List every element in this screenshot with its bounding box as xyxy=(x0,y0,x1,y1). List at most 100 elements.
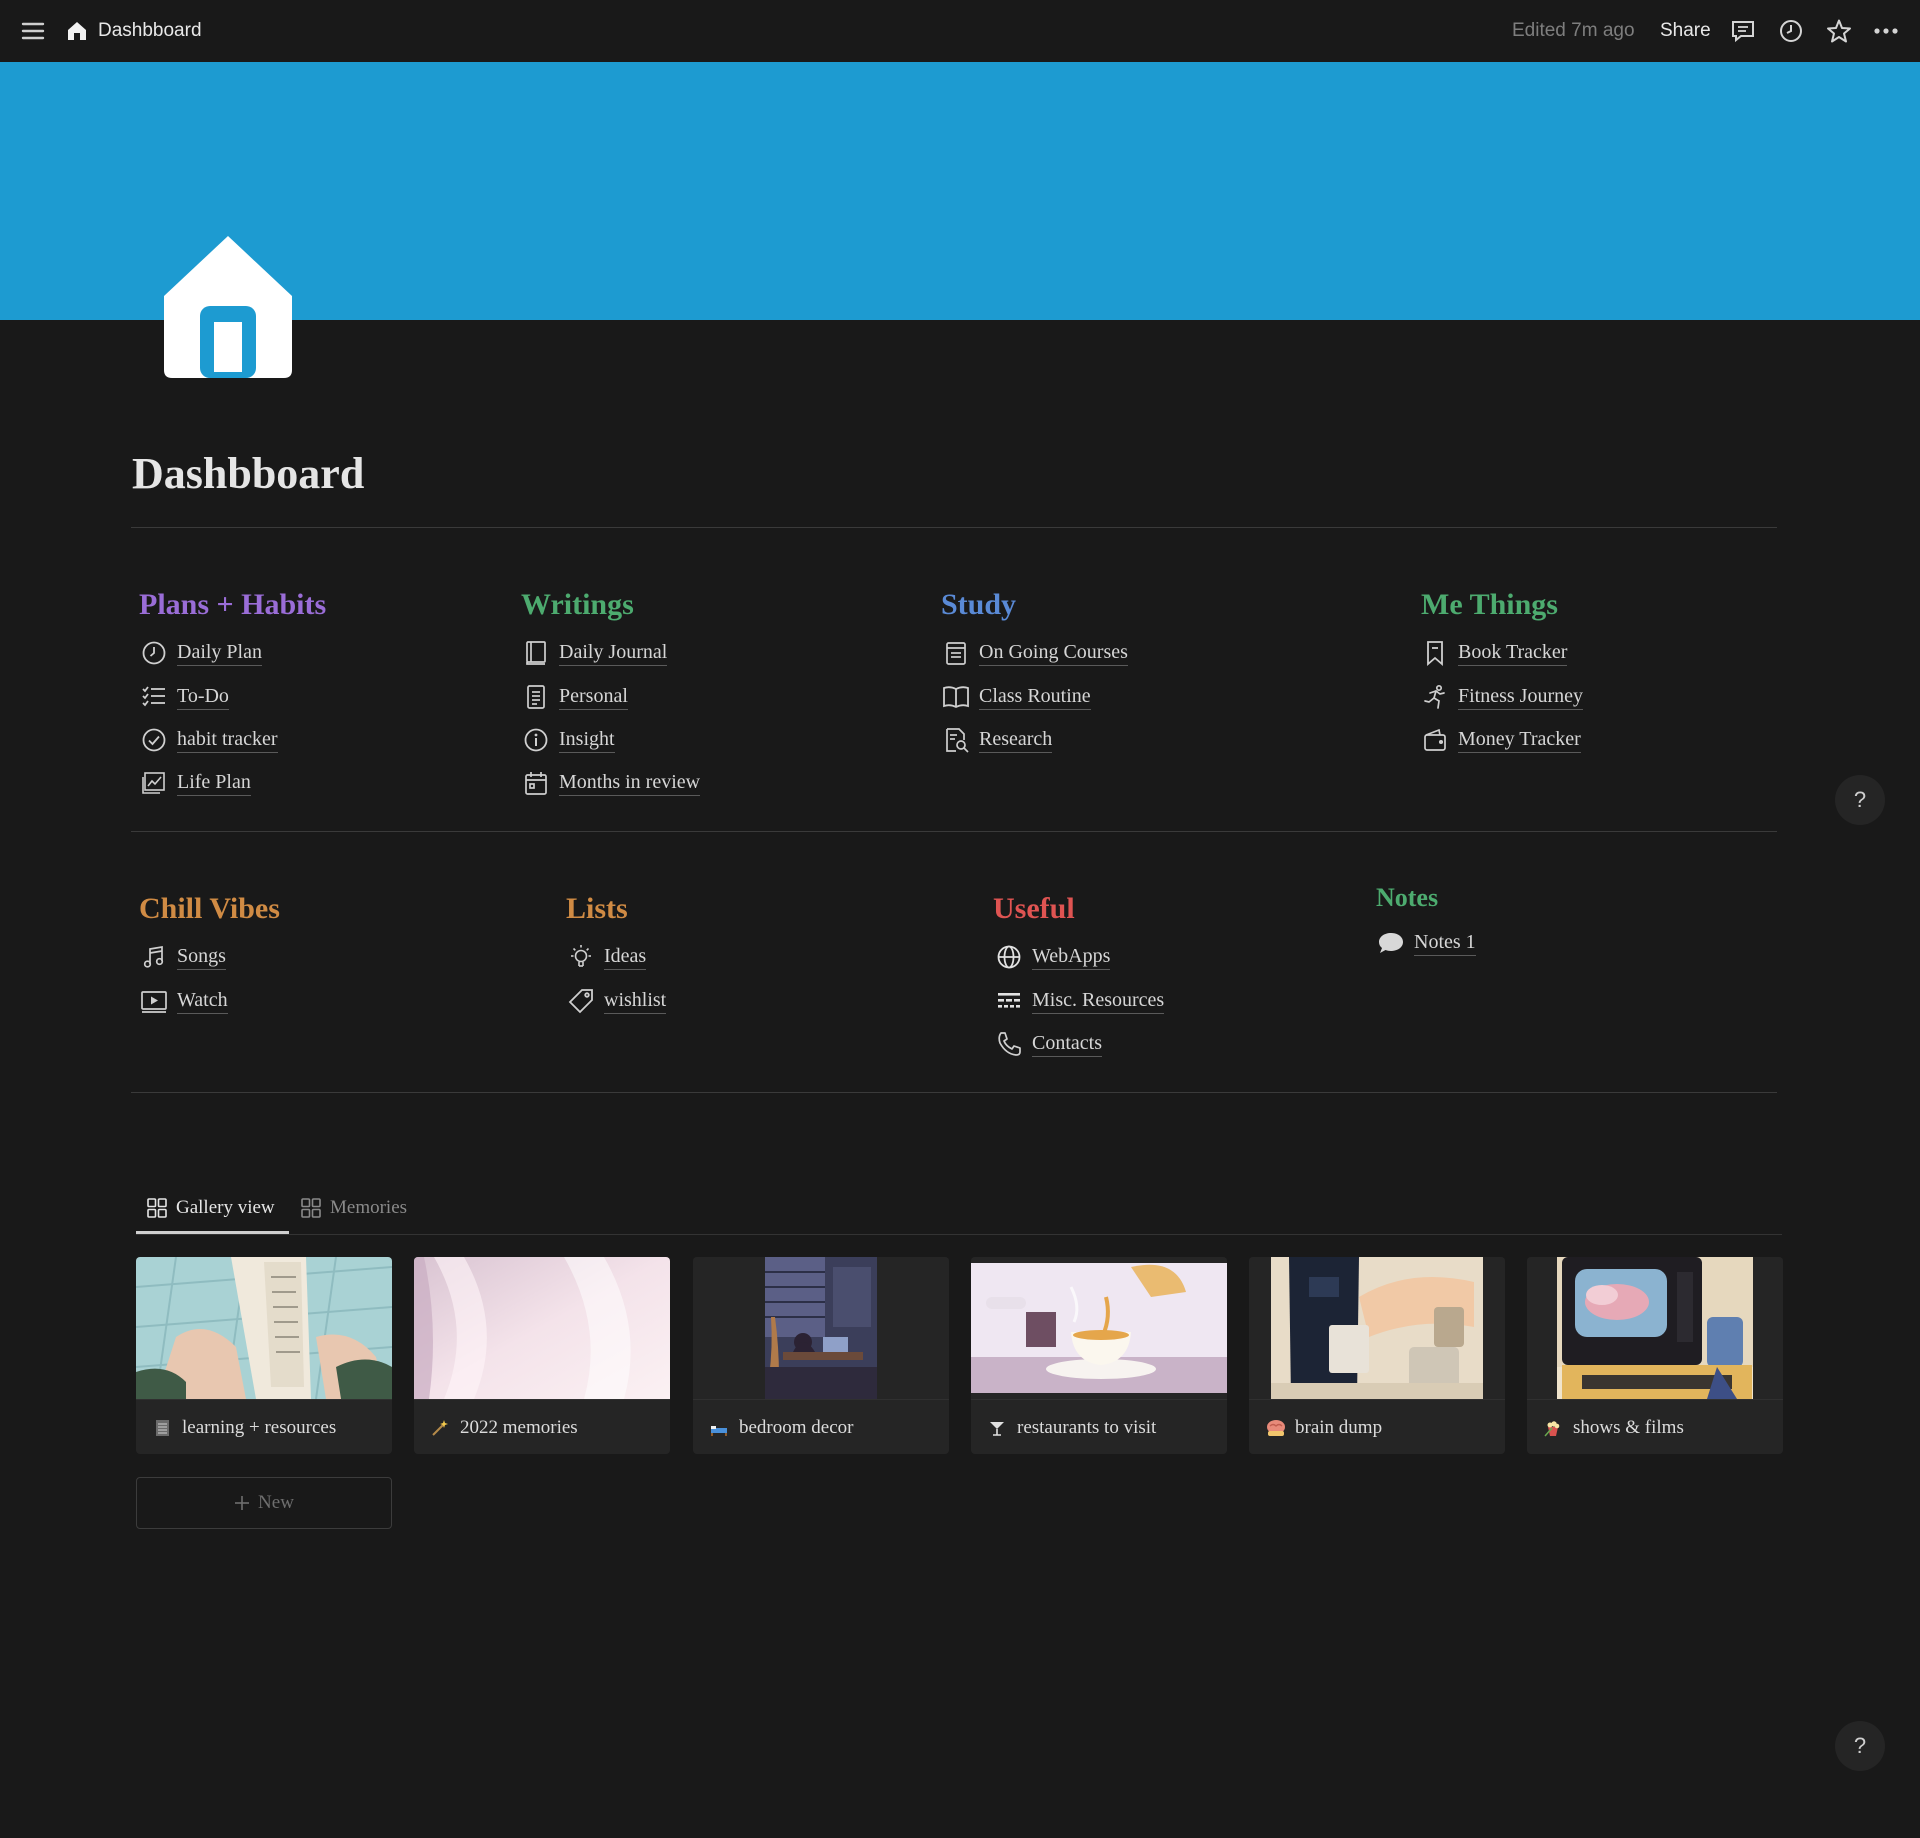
gallery-card-bedroom-decor[interactable]: bedroom decor xyxy=(693,1257,949,1454)
breadcrumb-title: Dashbboard xyxy=(98,20,202,41)
link-ideas[interactable]: Ideas xyxy=(567,940,647,974)
info-icon xyxy=(522,726,550,754)
gallery-grid-icon xyxy=(146,1197,168,1219)
link-book-tracker[interactable]: Book Tracker xyxy=(1421,636,1568,670)
link-insight[interactable]: Insight xyxy=(522,723,615,757)
help-button[interactable]: ? xyxy=(1835,775,1885,825)
divider xyxy=(131,831,1777,832)
plus-icon xyxy=(234,1495,250,1511)
notepad-icon xyxy=(942,639,970,667)
section-title-chill-vibes: Chill Vibes xyxy=(139,892,280,925)
divider xyxy=(131,527,1777,528)
card-cover-image xyxy=(136,1257,392,1399)
document-icon xyxy=(522,683,550,711)
speech-bubble-icon xyxy=(1377,929,1405,957)
phone-icon xyxy=(995,1030,1023,1058)
link-contacts[interactable]: Contacts xyxy=(995,1027,1102,1061)
section-title-notes: Notes xyxy=(1376,883,1439,912)
globe-icon xyxy=(995,943,1023,971)
bookmark-icon xyxy=(1421,639,1449,667)
edited-status: Edited 7m ago xyxy=(1512,20,1635,41)
section-title-plans: Plans + Habits xyxy=(139,588,327,621)
section-title-useful: Useful xyxy=(993,892,1075,925)
link-research[interactable]: Research xyxy=(942,723,1053,757)
comment-icon[interactable] xyxy=(1730,0,1756,62)
page-title: Dashbboard xyxy=(132,449,365,498)
card-cover-image xyxy=(693,1257,949,1399)
sparkle-wand-icon xyxy=(430,1418,450,1438)
link-watch[interactable]: Watch xyxy=(140,984,228,1018)
card-caption: bedroom decor xyxy=(693,1399,949,1454)
breadcrumb[interactable]: Dashbboard xyxy=(66,0,202,62)
link-daily-plan[interactable]: Daily Plan xyxy=(140,636,262,670)
link-songs[interactable]: Songs xyxy=(140,940,226,974)
link-fitness-journey[interactable]: Fitness Journey xyxy=(1421,680,1583,714)
popcorn-icon xyxy=(1543,1418,1563,1438)
gallery-card-brain-dump[interactable]: brain dump xyxy=(1249,1257,1505,1454)
card-caption: learning + resources xyxy=(136,1399,392,1454)
video-play-icon xyxy=(140,987,168,1015)
layout-rows-icon xyxy=(995,987,1023,1015)
card-cover-image xyxy=(1527,1257,1783,1399)
link-months-in-review[interactable]: Months in review xyxy=(522,766,701,800)
link-notes-1[interactable]: Notes 1 xyxy=(1377,926,1476,960)
divider xyxy=(136,1234,1782,1235)
top-bar: Dashbboard Edited 7m ago Share xyxy=(0,0,1920,62)
gallery-card-shows-films[interactable]: shows & films xyxy=(1527,1257,1783,1454)
share-button[interactable]: Share xyxy=(1660,0,1711,62)
link-to-do[interactable]: To-Do xyxy=(140,680,229,714)
star-icon[interactable] xyxy=(1826,0,1852,62)
link-webapps[interactable]: WebApps xyxy=(995,940,1111,974)
notebook-icon xyxy=(152,1418,172,1438)
new-card-button[interactable]: New xyxy=(136,1477,392,1529)
link-habit-tracker[interactable]: habit tracker xyxy=(140,723,278,757)
link-life-plan[interactable]: Life Plan xyxy=(140,766,251,800)
bed-icon xyxy=(709,1418,729,1438)
section-title-study: Study xyxy=(941,588,1017,621)
section-title-lists: Lists xyxy=(566,892,628,925)
gallery-grid-icon xyxy=(300,1197,322,1219)
gallery-card-learning-resources[interactable]: learning + resources xyxy=(136,1257,392,1454)
link-money-tracker[interactable]: Money Tracker xyxy=(1421,723,1581,757)
link-on-going-courses[interactable]: On Going Courses xyxy=(942,636,1128,670)
card-cover-image xyxy=(971,1257,1227,1399)
gallery-card-2022-memories[interactable]: 2022 memories xyxy=(414,1257,670,1454)
gallery-card-restaurants-to-visit[interactable]: restaurants to visit xyxy=(971,1257,1227,1454)
home-icon[interactable] xyxy=(162,234,294,380)
section-title-writings: Writings xyxy=(521,588,634,621)
more-icon[interactable] xyxy=(1872,0,1900,62)
divider xyxy=(131,1092,1777,1093)
card-cover-image xyxy=(414,1257,670,1399)
brain-emoji-icon xyxy=(1265,1418,1285,1438)
document-search-icon xyxy=(942,726,970,754)
chart-icon xyxy=(140,769,168,797)
card-cover-image xyxy=(1249,1257,1505,1399)
check-circle-icon xyxy=(140,726,168,754)
running-icon xyxy=(1421,683,1449,711)
book-open-icon xyxy=(942,683,970,711)
cocktail-icon xyxy=(987,1418,1007,1438)
card-caption: shows & films xyxy=(1527,1399,1783,1454)
wallet-icon xyxy=(1421,726,1449,754)
checklist-icon xyxy=(140,683,168,711)
tag-icon xyxy=(567,987,595,1015)
calendar-icon xyxy=(522,769,550,797)
link-wishlist[interactable]: wishlist xyxy=(567,984,667,1018)
link-class-routine[interactable]: Class Routine xyxy=(942,680,1091,714)
music-note-icon xyxy=(140,943,168,971)
section-title-me-things: Me Things xyxy=(1421,588,1558,621)
help-button[interactable]: ? xyxy=(1835,1721,1885,1771)
journal-icon xyxy=(522,639,550,667)
menu-icon[interactable] xyxy=(20,0,46,62)
link-misc-resources[interactable]: Misc. Resources xyxy=(995,984,1165,1018)
tab-memories[interactable]: Memories xyxy=(300,1190,407,1226)
card-caption: 2022 memories xyxy=(414,1399,670,1454)
clock-icon[interactable] xyxy=(1778,0,1804,62)
link-daily-journal[interactable]: Daily Journal xyxy=(522,636,668,670)
lightbulb-icon xyxy=(567,943,595,971)
card-caption: restaurants to visit xyxy=(971,1399,1227,1454)
clock-icon xyxy=(140,639,168,667)
link-personal[interactable]: Personal xyxy=(522,680,628,714)
tab-gallery-view[interactable]: Gallery view xyxy=(146,1190,275,1226)
home-icon xyxy=(66,20,88,42)
